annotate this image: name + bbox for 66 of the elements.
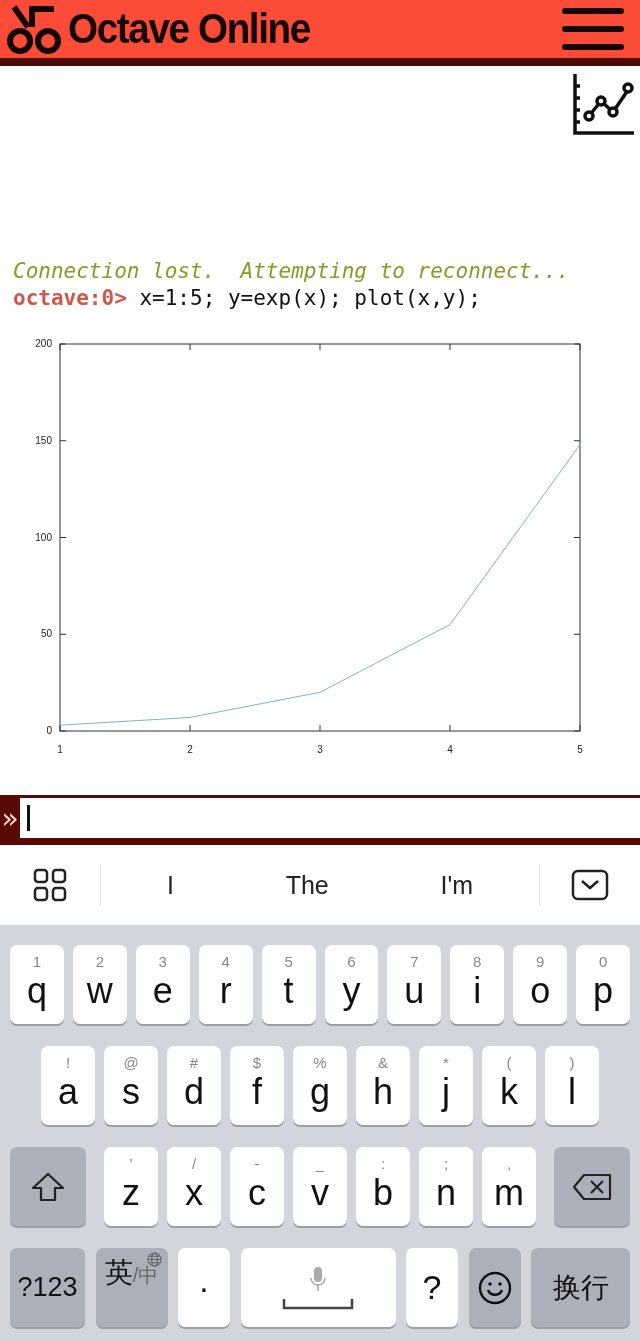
letter-key[interactable]: ' z [104, 1147, 158, 1226]
numbers-key[interactable]: ?123 [10, 1248, 85, 1327]
letter-key[interactable]: / x [167, 1147, 221, 1226]
letter-key[interactable]: @ s [104, 1046, 158, 1125]
microphone-icon [309, 1265, 327, 1292]
symbol-key[interactable]: ? [406, 1248, 458, 1327]
plot-button[interactable] [572, 74, 634, 136]
word-suggestion[interactable]: I [162, 870, 178, 900]
letter-key[interactable]: : b [356, 1147, 410, 1226]
logo-icon [6, 3, 62, 55]
command-input[interactable] [20, 798, 640, 838]
tick-label: 4 [447, 744, 453, 755]
letter-key[interactable]: 2 w [72, 945, 127, 1024]
letter-key[interactable]: # d [167, 1046, 221, 1125]
globe-icon [146, 1252, 162, 1267]
backspace-icon [572, 1172, 612, 1201]
console-command: x=1:5; y=exp(x); plot(x,y); [138, 286, 481, 310]
language-key[interactable]: 英/中 [95, 1248, 168, 1327]
tick-label: 0 [46, 725, 52, 736]
letter-key[interactable]: , m [482, 1147, 536, 1226]
tick-label: 150 [35, 434, 52, 446]
symbol-key[interactable]: · [178, 1248, 230, 1327]
space-bar-icon [282, 1297, 354, 1310]
letter-key[interactable]: ! a [41, 1046, 95, 1125]
text-cursor [27, 805, 30, 831]
smiley-icon [477, 1270, 512, 1305]
enter-key[interactable]: 换行 [531, 1248, 630, 1327]
tick-label: 2 [187, 744, 193, 755]
console-prompt: octave:0> [13, 286, 127, 310]
app-title: Octave Online [68, 5, 310, 53]
letter-key[interactable]: 8 i [450, 945, 505, 1024]
letter-key[interactable]: 1 q [9, 945, 64, 1024]
line-chart-icon [572, 74, 634, 136]
tick-label: 200 [35, 338, 52, 349]
letter-key[interactable]: ( k [482, 1046, 536, 1125]
tick-label: 1 [57, 744, 63, 755]
word-suggestion[interactable]: I'm [436, 870, 478, 900]
letter-key[interactable]: 9 o [513, 945, 568, 1024]
letter-key[interactable]: _ v [293, 1147, 347, 1226]
menu-icon [562, 7, 624, 51]
letter-key[interactable]: 7 u [387, 945, 442, 1024]
letter-key[interactable]: 0 p [576, 945, 631, 1024]
letter-key[interactable]: 6 y [324, 945, 379, 1024]
grid-icon [33, 868, 67, 902]
tick-label: 5 [577, 744, 583, 755]
letter-key[interactable]: 5 t [261, 945, 316, 1024]
tick-label: 100 [35, 531, 52, 543]
letter-key[interactable]: * j [419, 1046, 473, 1125]
letter-key[interactable]: & h [356, 1046, 410, 1125]
letter-key[interactable]: % g [293, 1046, 347, 1125]
chevron-down-icon [571, 869, 609, 901]
word-suggestion[interactable]: The [281, 870, 333, 900]
input-prompt: » [0, 800, 20, 837]
letter-key[interactable]: - c [230, 1147, 284, 1226]
letter-key[interactable]: ) l [545, 1046, 599, 1125]
tick-label: 3 [317, 744, 323, 755]
backspace-key[interactable] [554, 1147, 630, 1226]
status-message: Connection lost. Attempting to reconnect... [13, 258, 571, 285]
shift-icon [31, 1171, 65, 1202]
letter-key[interactable]: 4 r [198, 945, 253, 1024]
tick-label: 50 [40, 628, 52, 640]
letter-key[interactable]: $ f [230, 1046, 284, 1125]
emoji-key[interactable] [468, 1248, 521, 1327]
letter-key[interactable]: 3 e [135, 945, 190, 1024]
shift-key[interactable] [10, 1147, 86, 1226]
letter-key[interactable]: ; n [419, 1147, 473, 1226]
